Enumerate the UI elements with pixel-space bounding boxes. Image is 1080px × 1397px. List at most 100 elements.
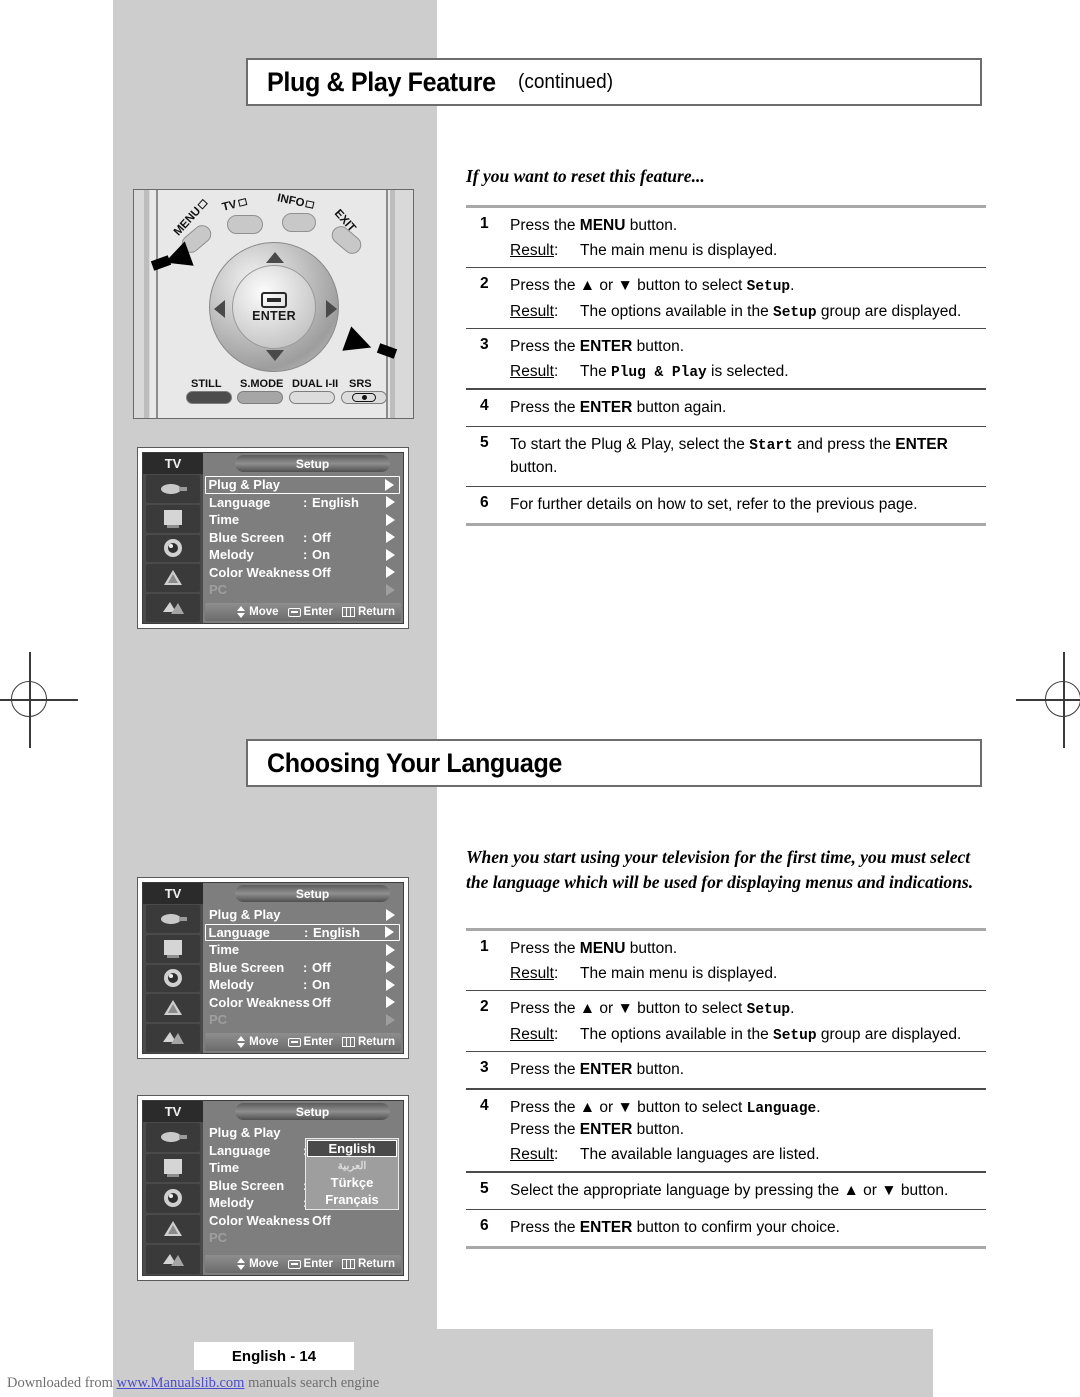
osd-row-blue-screen[interactable]: Blue Screen : Off (205, 529, 400, 547)
result-text: The main menu is displayed. (580, 965, 778, 982)
dpad-up-arrow-icon[interactable] (266, 252, 284, 263)
osd-icon-input[interactable] (146, 475, 200, 503)
steps-table-plugplay: 1 Press the MENU button. Result: The mai… (466, 205, 986, 527)
osd-hint-move: Move (237, 1036, 279, 1048)
osd-footer-hints: Move Enter Return (205, 1033, 401, 1051)
osd-row-melody[interactable]: Melody : On (205, 976, 400, 994)
osd-row-color-weakness[interactable]: Color Weakness : Off (205, 564, 400, 582)
osd-icon-channel[interactable] (146, 994, 200, 1023)
footer-watermark: Downloaded from www.Manualslib.com manua… (7, 1375, 379, 1392)
osd-icon-channel[interactable] (146, 564, 200, 593)
result-label: Result: (510, 1146, 559, 1164)
tv-glyph-icon (237, 198, 248, 208)
step-row: 2 Press the ▲ or ▼ button to select Setu… (466, 991, 986, 1051)
osd-row-arrow-icon (385, 926, 394, 939)
osd-row-blue-screen[interactable]: Blue Screen : Off (205, 959, 400, 977)
osd-icon-input[interactable] (146, 1123, 200, 1152)
remote-info-button[interactable] (282, 213, 316, 232)
osd-hint-enter: Enter (287, 1258, 333, 1270)
result-label: Result: (510, 965, 559, 982)
osd-icon-sound[interactable] (146, 534, 200, 563)
tv-osd-setup-menu-language-selected: TV Setup Plug & Play Language : English … (137, 877, 409, 1059)
osd-icon-channel[interactable] (146, 1214, 200, 1244)
language-option-french[interactable]: Français (307, 1191, 397, 1208)
osd-icon-sidebar (143, 904, 203, 1053)
rule-bottom (466, 1246, 986, 1250)
language-option-english[interactable]: English (307, 1140, 397, 1157)
osd-row-arrow-icon (386, 908, 395, 921)
osd-row-color-weakness[interactable]: Color Weakness : Off (205, 1212, 400, 1230)
osd-icon-setup[interactable] (146, 1245, 200, 1274)
osd-row-color-weakness[interactable]: Color Weakness : Off (205, 994, 400, 1012)
osd-tv-label: TV (143, 453, 203, 474)
osd-row-arrow-icon (386, 566, 395, 579)
section-header-choosing-your-language: Choosing Your Language (246, 739, 982, 787)
osd-icon-setup[interactable] (146, 1024, 200, 1052)
enter-key-icon (287, 1037, 301, 1047)
dpad-left-arrow-icon[interactable] (214, 300, 225, 318)
osd-row-arrow-icon (386, 943, 395, 956)
footer-link[interactable]: www.Manualslib.com (117, 1375, 245, 1391)
osd-icon-setup[interactable] (146, 594, 200, 622)
step-number: 5 (480, 1179, 489, 1197)
osd-icon-picture[interactable] (146, 1153, 200, 1183)
step-number: 4 (480, 1096, 489, 1114)
remote-enter-button[interactable]: ENTER (232, 265, 316, 349)
remote-srs-button[interactable] (341, 391, 387, 404)
osd-row-plug-and-play[interactable]: Plug & Play (205, 906, 400, 924)
step-number: 1 (480, 938, 489, 955)
remote-enter-label: ENTER (252, 308, 296, 323)
step-result: Result: The available languages are list… (510, 1146, 986, 1164)
language-option-arabic[interactable]: العربية (307, 1157, 397, 1174)
remote-smode-button[interactable] (237, 391, 283, 404)
step-text: For further details on how to set, refer… (510, 496, 918, 514)
step-row: 5 To start the Plug & Play, select the S… (466, 427, 986, 486)
return-key-icon (341, 1037, 355, 1047)
step-text: Press the MENU button. (510, 217, 678, 234)
remote-tv-button[interactable] (227, 215, 263, 234)
result-text: The options available in the Setup group… (580, 302, 962, 321)
osd-row-time[interactable]: Time (205, 941, 400, 959)
step-row: 6 Press the ENTER button to confirm your… (466, 1210, 986, 1246)
remote-still-button[interactable] (186, 391, 232, 404)
dpad-right-arrow-icon[interactable] (326, 300, 337, 318)
step-number: 5 (480, 434, 489, 452)
updown-arrows-icon (237, 1036, 246, 1048)
result-text: The main menu is displayed. (580, 242, 778, 259)
dpad-down-arrow-icon[interactable] (266, 350, 284, 361)
step-text: Press the ▲ or ▼ button to select Langua… (510, 1098, 821, 1117)
osd-icon-sound[interactable] (146, 1184, 200, 1213)
result-label: Result: (510, 1025, 559, 1043)
step-number: 6 (480, 1217, 489, 1235)
osd-icon-sound[interactable] (146, 964, 200, 993)
return-key-icon (341, 607, 355, 617)
step-number: 3 (480, 1059, 489, 1077)
osd-row-arrow-icon (386, 531, 395, 544)
step-text: Press the MENU button. (510, 940, 678, 957)
osd-icon-sidebar (143, 1122, 203, 1275)
osd-setup-title: Setup (235, 885, 390, 902)
page-number-badge: English - 14 (194, 1342, 354, 1370)
osd-menu-list: Plug & Play Language : English Time Blue… (205, 906, 400, 1031)
updown-arrows-icon (237, 606, 246, 618)
osd-row-arrow-icon (386, 996, 395, 1009)
osd-hint-enter: Enter (287, 606, 333, 618)
remote-dual-button[interactable] (289, 391, 335, 404)
step-text: Press the ENTER button again. (510, 398, 727, 416)
osd-setup-title: Setup (235, 455, 390, 472)
footer-prefix: Downloaded from (7, 1375, 117, 1391)
osd-row-arrow-icon (386, 978, 395, 991)
osd-icon-picture[interactable] (146, 504, 200, 533)
osd-row-melody[interactable]: Melody : On (205, 546, 400, 564)
osd-hint-return: Return (341, 1258, 395, 1270)
osd-row-plug-and-play[interactable]: Plug & Play (205, 476, 400, 494)
language-option-turkish[interactable]: Türkçe (307, 1174, 397, 1191)
osd-row-language[interactable]: Language : English (205, 923, 400, 941)
osd-hint-move: Move (237, 606, 279, 618)
osd-icon-input[interactable] (146, 905, 200, 933)
osd-row-language[interactable]: Language : English (205, 494, 400, 512)
osd-tv-label: TV (143, 883, 203, 904)
osd-icon-picture[interactable] (146, 934, 200, 963)
osd-row-time[interactable]: Time (205, 511, 400, 529)
osd-row-arrow-icon (386, 961, 395, 974)
